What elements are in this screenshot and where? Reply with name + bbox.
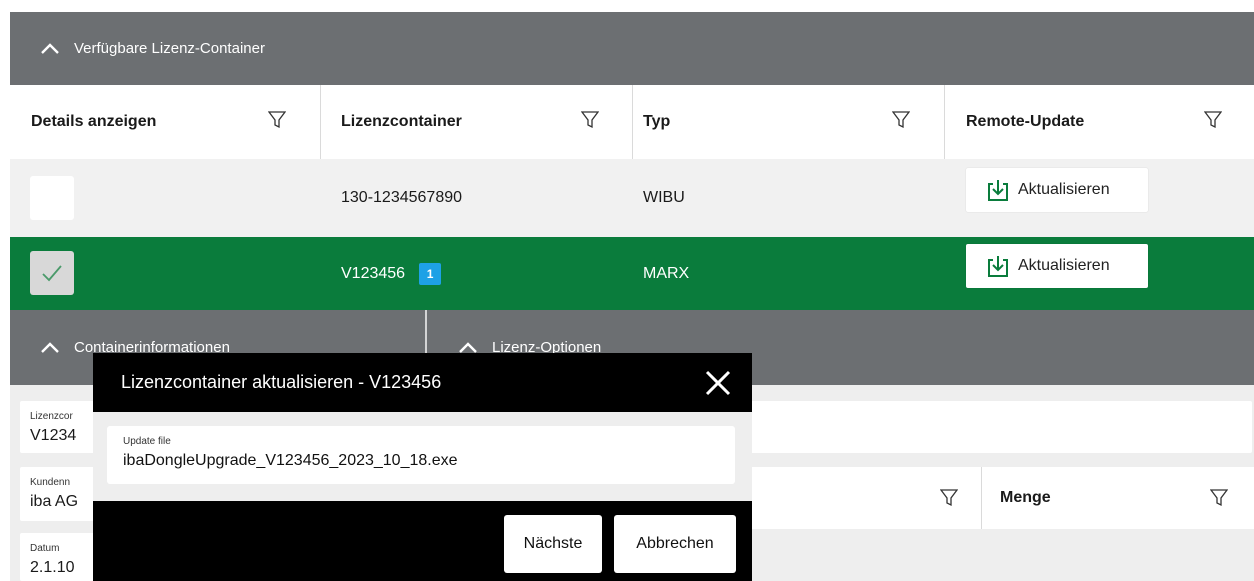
container-id: V123456	[341, 264, 406, 282]
container-type: WIBU	[643, 189, 685, 206]
chevron-up-icon[interactable]	[40, 338, 60, 358]
dialog-title: Lizenzcontainer aktualisieren - V123456	[121, 372, 442, 392]
column-header-quantity: Menge	[1000, 489, 1051, 506]
container-id: 130-1234567890	[341, 189, 463, 206]
download-icon	[988, 256, 1008, 277]
details-checkbox-checked[interactable]	[30, 251, 74, 295]
column-header-remote-update: Remote-Update	[966, 113, 1085, 130]
update-dialog: Lizenzcontainer aktualisieren - V123456 …	[93, 353, 752, 581]
filter-icon[interactable]	[1204, 111, 1222, 129]
dialog-body: Update file ibaDongleUpgrade_V123456_202…	[93, 412, 752, 501]
column-header-details: Details anzeigen	[31, 113, 157, 130]
options-table-header: Menge	[752, 467, 1254, 529]
update-button[interactable]: Aktualisieren	[966, 168, 1148, 212]
available-containers-header[interactable]: Verfügbare Lizenz-Container	[10, 12, 1254, 85]
close-icon[interactable]	[703, 368, 733, 398]
filter-icon[interactable]	[581, 111, 599, 129]
container-type: MARX	[643, 264, 690, 282]
filter-icon[interactable]	[892, 111, 910, 129]
chevron-up-icon[interactable]	[40, 39, 60, 59]
filter-icon[interactable]	[940, 489, 958, 507]
table-header: Details anzeigen Lizenzcontainer Typ Rem…	[10, 85, 1254, 160]
update-button[interactable]: Aktualisieren	[966, 244, 1148, 288]
column-header-container: Lizenzcontainer	[341, 113, 462, 130]
table-row-selected[interactable]: V123456 1 MARX Aktualisieren	[10, 237, 1254, 310]
next-button[interactable]: Nächste	[504, 515, 602, 573]
check-icon	[42, 265, 62, 282]
filter-icon[interactable]	[268, 111, 286, 129]
count-badge: 1	[419, 262, 442, 285]
section-title: Verfügbare Lizenz-Container	[74, 40, 265, 57]
cancel-button[interactable]: Abbrechen	[614, 515, 736, 573]
update-file-field[interactable]: Update file ibaDongleUpgrade_V123456_202…	[107, 426, 735, 484]
details-checkbox[interactable]	[30, 176, 74, 220]
container-id-cell: V123456 1	[341, 237, 442, 310]
download-icon	[988, 180, 1008, 201]
filter-icon[interactable]	[1210, 489, 1228, 507]
table-row[interactable]: 130-1234567890 WIBU Aktualisieren	[10, 159, 1254, 237]
column-header-type: Typ	[643, 113, 671, 130]
